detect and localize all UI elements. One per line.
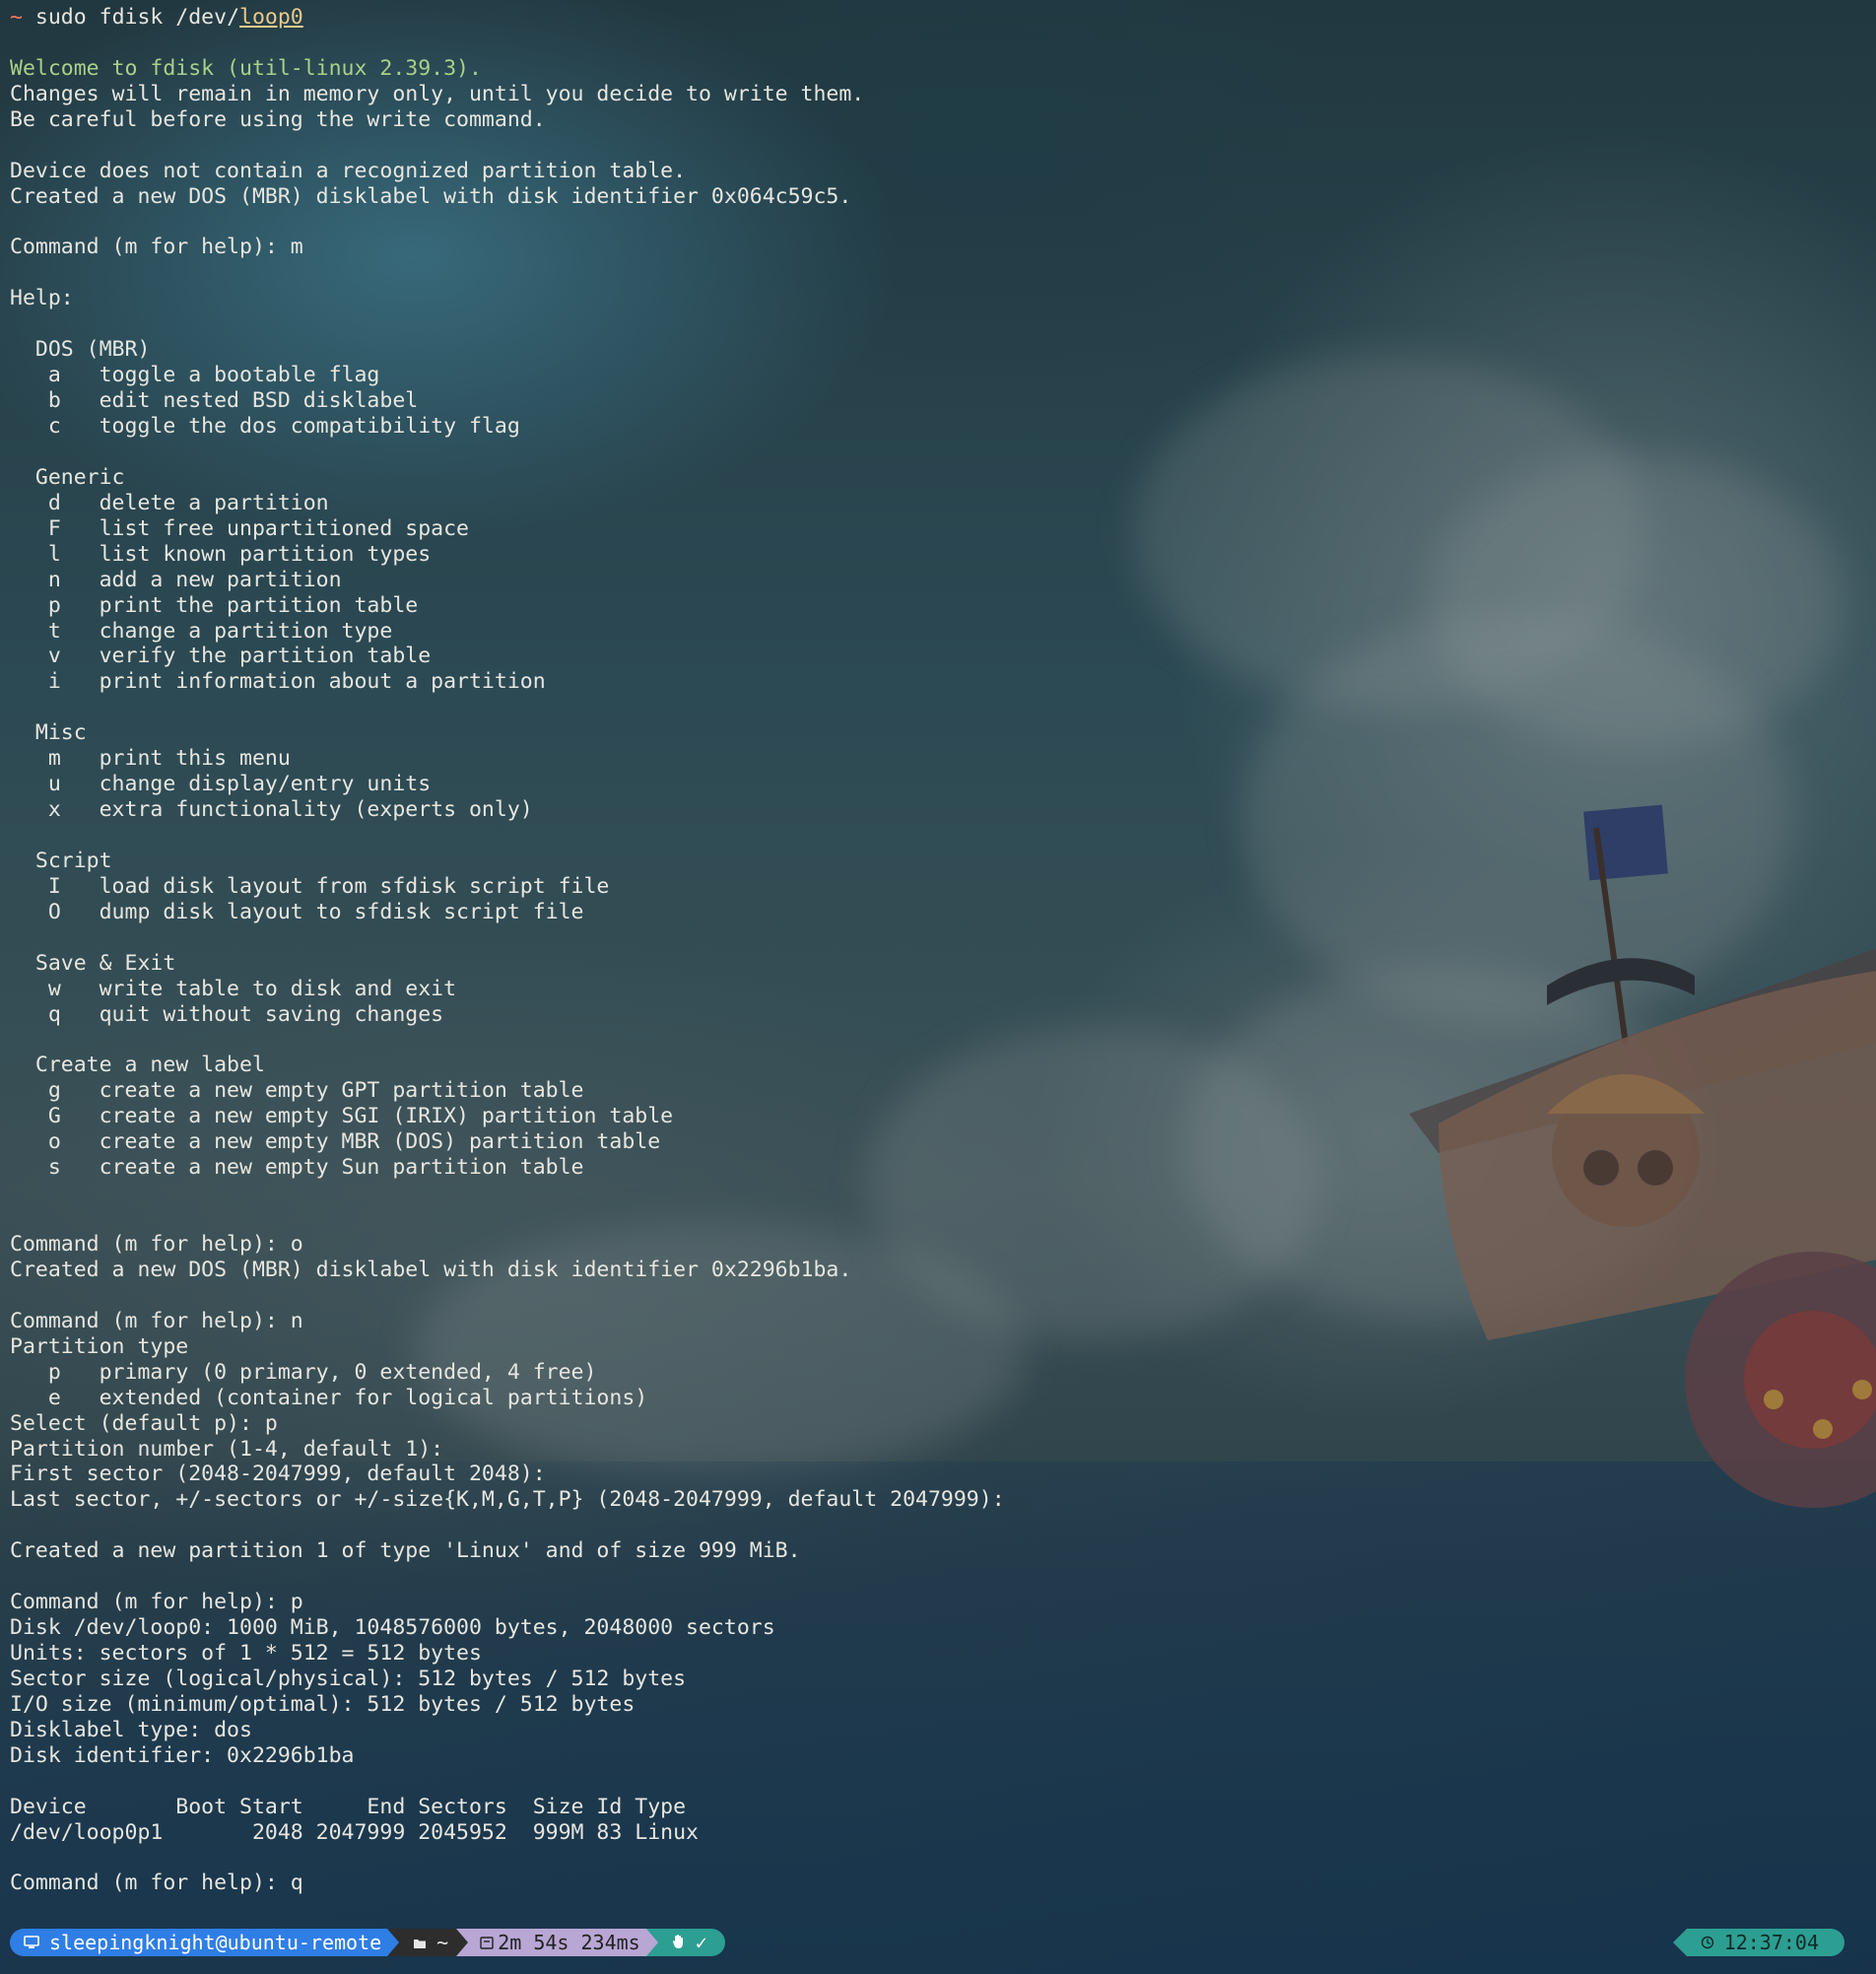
- terminal-lines: Welcome to fdisk (util-linux 2.39.3). Cha…: [10, 31, 1005, 1896]
- user-host-text: sleepingknight@ubuntu-remote: [49, 1931, 382, 1954]
- terminal-line: Command (m for help): p: [10, 1590, 303, 1615]
- clock-icon: [1701, 1931, 1714, 1954]
- terminal-line: Device Boot Start End Sectors Size Id Ty…: [10, 1794, 687, 1819]
- terminal-line: Save & Exit: [10, 950, 176, 976]
- terminal-line: Command (m for help): o: [10, 1232, 303, 1258]
- terminal-line: q quit without saving changes: [10, 1001, 444, 1027]
- terminal-line: /dev/loop0p1 2048 2047999 2045952 999M 8…: [10, 1819, 699, 1845]
- directory-segment: ~: [399, 1929, 457, 1956]
- terminal-line: F list free unpartitioned space: [10, 515, 469, 541]
- terminal-line: Device does not contain a recognized par…: [10, 158, 687, 183]
- terminal-line: Last sector, +/-sectors or +/-size{K,M,G…: [10, 1487, 1005, 1513]
- hand-icon: [672, 1931, 686, 1954]
- terminal-line: t change a partition type: [10, 618, 393, 644]
- terminal-line: w write table to disk and exit: [10, 976, 457, 1001]
- terminal-line: I load disk layout from sfdisk script fi…: [10, 873, 610, 899]
- terminal-line: b edit nested BSD disklabel: [10, 388, 419, 414]
- terminal-line: Created a new DOS (MBR) disklabel with d…: [10, 1257, 852, 1282]
- terminal-line: Be careful before using the write comman…: [10, 106, 546, 132]
- directory-text: ~: [436, 1931, 449, 1954]
- terminal-line: Partition number (1-4, default 1):: [10, 1436, 444, 1462]
- duration-text: 2m 54s 234ms: [498, 1931, 640, 1954]
- clock-text: 12:37:04: [1723, 1931, 1819, 1954]
- ship-illustration: [1409, 804, 1876, 1508]
- terminal-line: Command (m for help): q: [10, 1871, 303, 1896]
- timer-icon: [480, 1931, 494, 1954]
- terminal-line: d delete a partition: [10, 490, 329, 515]
- user-host-segment: sleepingknight@ubuntu-remote: [10, 1929, 388, 1956]
- terminal-line: a toggle a bootable flag: [10, 363, 380, 388]
- terminal-line: Command (m for help): m: [10, 235, 303, 260]
- terminal-line: Disk /dev/loop0: 1000 MiB, 1048576000 by…: [10, 1615, 775, 1641]
- terminal-line: Command (m for help): n: [10, 1308, 303, 1333]
- terminal-line: s create a new empty Sun partition table: [10, 1155, 584, 1181]
- terminal-line: Help:: [10, 286, 74, 311]
- terminal-line: Changes will remain in memory only, unti…: [10, 81, 865, 106]
- terminal-line: Created a new DOS (MBR) disklabel with d…: [10, 183, 852, 209]
- terminal-line: p primary (0 primary, 0 extended, 4 free…: [10, 1359, 597, 1385]
- terminal-line: p print the partition table: [10, 592, 419, 618]
- prompt-line: ~ sudo fdisk /dev/loop0: [10, 5, 1005, 31]
- terminal-line: Misc: [10, 720, 87, 746]
- terminal-line: O dump disk layout to sfdisk script file: [10, 899, 584, 924]
- monitor-icon: [24, 1931, 39, 1954]
- terminal-line: Generic: [10, 464, 125, 490]
- status-bar: sleepingknight@ubuntu-remote ~ 2m 54s 23…: [10, 1929, 725, 1956]
- terminal-line: Welcome to fdisk (util-linux 2.39.3).: [10, 55, 482, 81]
- terminal-line: e extended (container for logical partit…: [10, 1385, 648, 1410]
- terminal-line: o create a new empty MBR (DOS) partition…: [10, 1129, 661, 1155]
- terminal-line: m print this menu: [10, 746, 291, 772]
- terminal-line: c toggle the dos compatibility flag: [10, 414, 520, 440]
- terminal-line: Disk identifier: 0x2296b1ba: [10, 1742, 355, 1768]
- folder-icon: [413, 1931, 427, 1954]
- terminal-line: Created a new partition 1 of type 'Linux…: [10, 1538, 801, 1564]
- prompt-command: sudo fdisk /dev/: [34, 5, 240, 30]
- terminal-line: Select (default p): p: [10, 1410, 278, 1436]
- terminal-line: n add a new partition: [10, 567, 342, 592]
- result-check: ✓: [695, 1931, 707, 1954]
- terminal-line: u change display/entry units: [10, 772, 432, 797]
- clock-segment: 12:37:04: [1672, 1929, 1844, 1956]
- terminal-line: Create a new label: [10, 1053, 265, 1078]
- prompt-device: loop0: [239, 5, 303, 30]
- terminal-line: i print information about a partition: [10, 669, 546, 695]
- terminal-line: v verify the partition table: [10, 644, 432, 669]
- terminal-line: Sector size (logical/physical): 512 byte…: [10, 1666, 687, 1691]
- duration-segment: 2m 54s 234ms: [468, 1929, 646, 1956]
- terminal-line: G create a new empty SGI (IRIX) partitio…: [10, 1104, 674, 1129]
- terminal-line: Partition type: [10, 1333, 189, 1359]
- terminal-line: Units: sectors of 1 * 512 = 512 bytes: [10, 1641, 482, 1667]
- terminal-line: g create a new empty GPT partition table: [10, 1078, 584, 1104]
- result-segment: ✓: [657, 1929, 725, 1956]
- terminal-line: l list known partition types: [10, 541, 432, 567]
- terminal-line: x extra functionality (experts only): [10, 797, 533, 823]
- terminal-line: Disklabel type: dos: [10, 1717, 252, 1742]
- terminal-line: Script: [10, 848, 112, 873]
- terminal-line: I/O size (minimum/optimal): 512 bytes / …: [10, 1691, 636, 1717]
- terminal-line: DOS (MBR): [10, 337, 151, 363]
- prompt-symbol: ~: [10, 5, 23, 30]
- terminal-line: First sector (2048-2047999, default 2048…: [10, 1462, 546, 1487]
- terminal-output: ~ sudo fdisk /dev/loop0 Welcome to fdisk …: [10, 5, 1005, 1896]
